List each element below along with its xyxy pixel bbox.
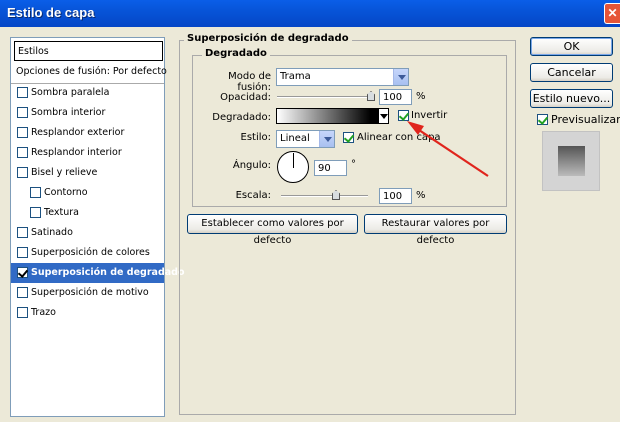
checkbox[interactable] bbox=[17, 147, 28, 158]
style-item-textura[interactable]: Textura bbox=[11, 203, 164, 223]
style-item-bisel-relieve[interactable]: Bisel y relieve bbox=[11, 163, 164, 183]
align-checkbox[interactable] bbox=[343, 132, 354, 143]
style-item-resplandor-interior[interactable]: Resplandor interior bbox=[11, 143, 164, 163]
checkbox[interactable] bbox=[17, 247, 28, 258]
checkbox[interactable] bbox=[17, 227, 28, 238]
chevron-down-icon[interactable] bbox=[319, 131, 334, 147]
scale-unit: % bbox=[416, 190, 426, 201]
scale-label: Escala: bbox=[235, 190, 271, 201]
style-item-label: Satinado bbox=[31, 227, 73, 238]
style-item-label: Resplandor interior bbox=[31, 147, 122, 158]
restore-default-button[interactable]: Restaurar valores por defecto bbox=[364, 214, 507, 246]
blend-mode-label: Modo de fusión: bbox=[228, 71, 271, 93]
styles-header[interactable]: Estilos bbox=[14, 41, 163, 61]
blend-options-item[interactable]: Opciones de fusión: Por defecto bbox=[11, 62, 167, 82]
style-item-label: Superposición de motivo bbox=[31, 287, 149, 298]
checkbox[interactable] bbox=[17, 127, 28, 138]
cancel-button[interactable]: Cancelar bbox=[530, 63, 613, 82]
opacity-label: Opacidad: bbox=[220, 92, 271, 103]
angle-unit: ° bbox=[351, 159, 356, 170]
style-item-satinado[interactable]: Satinado bbox=[11, 223, 164, 243]
blend-mode-value: Trama bbox=[280, 71, 311, 82]
gradient-swatch[interactable] bbox=[276, 108, 388, 124]
invert-checkbox[interactable] bbox=[398, 110, 409, 121]
invert-label: Invertir bbox=[411, 110, 448, 121]
title-bar: Estilo de capa ✕ bbox=[0, 0, 620, 27]
style-item-superposicion-motivo[interactable]: Superposición de motivo bbox=[11, 283, 164, 303]
chevron-down-icon[interactable] bbox=[393, 69, 408, 85]
scale-slider-track[interactable] bbox=[281, 195, 368, 197]
style-item-sombra-paralela[interactable]: Sombra paralela bbox=[11, 83, 164, 103]
close-icon: ✕ bbox=[607, 6, 618, 20]
style-item-label: Resplandor exterior bbox=[31, 127, 125, 138]
style-item-label: Sombra interior bbox=[31, 107, 106, 118]
gradient-label: Degradado: bbox=[212, 112, 271, 123]
style-item-resplandor-exterior[interactable]: Resplandor exterior bbox=[11, 123, 164, 143]
gradient-overlay-title: Superposición de degradado bbox=[184, 33, 352, 44]
style-item-label: Bisel y relieve bbox=[31, 167, 98, 178]
preview-checkbox[interactable] bbox=[537, 114, 548, 125]
style-item-label: Superposición de colores bbox=[31, 247, 150, 258]
style-item-label: Trazo bbox=[31, 307, 56, 318]
style-item-superposicion-degradado[interactable]: Superposición de degradado bbox=[11, 263, 184, 283]
set-default-button[interactable]: Establecer como valores por defecto bbox=[187, 214, 358, 246]
style-select[interactable]: Lineal bbox=[276, 130, 335, 148]
gradient-subgroup-title: Degradado bbox=[202, 48, 270, 59]
style-item-label: Sombra paralela bbox=[31, 87, 110, 98]
style-item-label: Textura bbox=[44, 207, 79, 218]
checkbox[interactable] bbox=[17, 107, 28, 118]
preview-label: Previsualizar bbox=[551, 113, 620, 126]
preview-swatch bbox=[558, 146, 585, 176]
ok-button[interactable]: OK bbox=[530, 37, 613, 56]
checkbox[interactable] bbox=[30, 187, 41, 198]
blend-options-label: Opciones de fusión: Por defecto bbox=[16, 66, 167, 77]
scale-input[interactable]: 100 bbox=[379, 188, 412, 204]
style-item-superposicion-colores[interactable]: Superposición de colores bbox=[11, 243, 164, 263]
checkbox[interactable] bbox=[17, 307, 28, 318]
style-item-label: Superposición de degradado bbox=[31, 267, 185, 278]
checkbox[interactable] bbox=[17, 167, 28, 178]
opacity-unit: % bbox=[416, 91, 426, 102]
angle-input[interactable]: 90 bbox=[314, 160, 347, 176]
style-item-contorno[interactable]: Contorno bbox=[11, 183, 164, 203]
style-item-trazo[interactable]: Trazo bbox=[11, 303, 164, 323]
checkbox[interactable] bbox=[17, 287, 28, 298]
checkbox[interactable] bbox=[30, 207, 41, 218]
style-item-label: Contorno bbox=[44, 187, 88, 198]
style-label: Estilo: bbox=[240, 132, 272, 143]
new-style-button[interactable]: Estilo nuevo... bbox=[530, 89, 613, 108]
layer-style-dialog: Estilo de capa ✕ Estilos Opciones de fus… bbox=[0, 0, 620, 422]
style-item-sombra-interior[interactable]: Sombra interior bbox=[11, 103, 164, 123]
opacity-input[interactable]: 100 bbox=[379, 89, 412, 105]
opacity-slider-track[interactable] bbox=[277, 96, 373, 98]
angle-label: Ángulo: bbox=[232, 160, 271, 171]
align-label: Alinear con capa bbox=[357, 132, 441, 143]
gradient-dropdown-icon[interactable] bbox=[378, 108, 389, 124]
window-title: Estilo de capa bbox=[7, 5, 95, 20]
blend-mode-select[interactable]: Trama bbox=[276, 68, 409, 86]
style-value: Lineal bbox=[280, 133, 310, 144]
close-button[interactable]: ✕ bbox=[604, 3, 620, 24]
checkbox[interactable] bbox=[17, 87, 28, 98]
checkbox[interactable] bbox=[17, 267, 28, 278]
styles-header-label: Estilos bbox=[18, 46, 49, 57]
style-preview-thumbnail bbox=[542, 131, 600, 191]
styles-list: Estilos Opciones de fusión: Por defecto … bbox=[10, 37, 184, 417]
angle-dial[interactable] bbox=[277, 151, 309, 183]
